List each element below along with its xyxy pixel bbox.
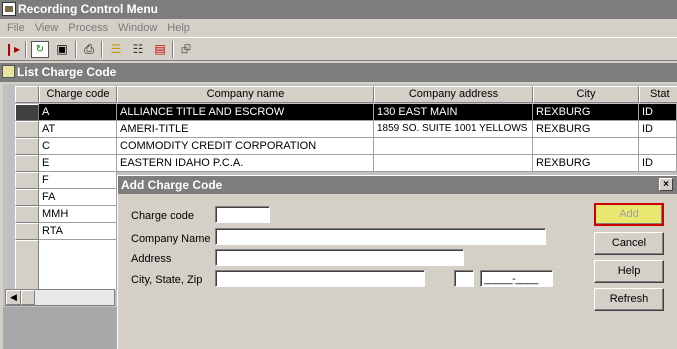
child-window-title-bar: List Charge Code: [0, 63, 677, 82]
cell-charge-code[interactable]: MMH: [39, 206, 117, 223]
menu-file[interactable]: File: [2, 22, 30, 34]
list-icon[interactable]: ☰: [107, 41, 125, 58]
cell-state[interactable]: [639, 138, 677, 155]
cards-icon[interactable]: ▤: [151, 41, 169, 58]
cell-state[interactable]: ID: [639, 104, 677, 121]
menu-help[interactable]: Help: [162, 22, 195, 34]
cell-company-address[interactable]: [374, 155, 533, 172]
menu-window[interactable]: Window: [113, 22, 162, 34]
network-icon[interactable]: ⮺: [177, 41, 195, 58]
cell-charge-code[interactable]: FA: [39, 189, 117, 206]
list-window-icon: [2, 65, 15, 78]
help-button[interactable]: Help: [594, 260, 664, 283]
app-title-bar: Recording Control Menu: [0, 0, 677, 19]
app-icon: [2, 2, 16, 16]
zip-field[interactable]: [480, 270, 553, 287]
company-name-label: Company Name: [131, 233, 211, 245]
toolbar-separator: [25, 41, 27, 58]
horizontal-scrollbar[interactable]: ◀: [5, 289, 115, 306]
dialog-title-bar: Add Charge Code ×: [118, 176, 677, 194]
cell-charge-code[interactable]: RTA: [39, 223, 117, 240]
cell-company-name[interactable]: COMMODITY CREDIT CORPORATION: [117, 138, 374, 155]
cell-company-name[interactable]: ALLIANCE TITLE AND ESCROW: [117, 104, 374, 121]
column-header-company-name[interactable]: Company name: [117, 86, 374, 103]
cancel-button[interactable]: Cancel: [594, 232, 664, 255]
row-selector[interactable]: [15, 104, 39, 121]
row-selector[interactable]: [15, 172, 39, 189]
address-field[interactable]: [215, 249, 464, 266]
charge-code-label: Charge code: [131, 210, 194, 222]
cell-city[interactable]: REXBURG: [533, 155, 639, 172]
column-header-charge-code[interactable]: Charge code: [39, 86, 117, 103]
cell-company-name[interactable]: EASTERN IDAHO P.C.A.: [117, 155, 374, 172]
row-selector[interactable]: [15, 223, 39, 240]
dialog-title: Add Charge Code: [121, 178, 223, 192]
scroll-left-arrow-icon[interactable]: ◀: [6, 290, 21, 305]
cell-company-address[interactable]: 130 EAST MAIN: [374, 104, 533, 121]
cell-company-name[interactable]: AMERI-TITLE: [117, 121, 374, 138]
folder-tree-icon[interactable]: ☷: [129, 41, 147, 58]
city-field[interactable]: [215, 270, 425, 287]
app-title: Recording Control Menu: [18, 2, 158, 16]
cell-charge-code[interactable]: E: [39, 155, 117, 172]
cell-state[interactable]: ID: [639, 121, 677, 138]
charge-code-field[interactable]: [215, 206, 270, 223]
toolbar-separator: [75, 41, 77, 58]
city-state-zip-label: City, State, Zip: [131, 274, 203, 286]
refresh-icon[interactable]: ↻: [31, 41, 49, 58]
binoculars-icon[interactable]: ▣: [53, 41, 71, 58]
row-selector[interactable]: [15, 155, 39, 172]
print-icon[interactable]: ⎙: [80, 41, 98, 58]
cell-charge-code[interactable]: A: [39, 104, 117, 121]
cell-charge-code[interactable]: AT: [39, 121, 117, 138]
add-charge-code-dialog: Add Charge Code × Charge code Company Na…: [117, 175, 677, 349]
address-label: Address: [131, 253, 172, 265]
cell-city[interactable]: [533, 138, 639, 155]
menu-view[interactable]: View: [30, 22, 64, 34]
toolbar: ❙▸ ↻ ▣ ⎙ ☰ ☷ ▤ ⮺: [0, 37, 677, 61]
close-icon[interactable]: ×: [659, 178, 673, 191]
grid-empty-area: [3, 307, 117, 349]
cell-company-address[interactable]: [374, 138, 533, 155]
cell-charge-code[interactable]: F: [39, 172, 117, 189]
row-selector[interactable]: [15, 189, 39, 206]
cell-charge-code[interactable]: C: [39, 138, 117, 155]
cell-city[interactable]: REXBURG: [533, 121, 639, 138]
menu-bar: File View Process Window Help: [0, 19, 677, 36]
add-button[interactable]: Add: [594, 203, 664, 226]
toolbar-separator: [172, 41, 174, 58]
scroll-thumb[interactable]: [21, 290, 35, 305]
column-header-city[interactable]: City: [533, 86, 639, 103]
company-name-field[interactable]: [215, 228, 546, 245]
exit-door-icon[interactable]: ❙▸: [3, 41, 21, 58]
column-header-company-address[interactable]: Company address: [374, 86, 533, 103]
grid-empty-row: [39, 240, 117, 290]
cell-company-address[interactable]: 1859 SO. SUITE 1001 YELLOWS: [374, 121, 533, 138]
row-selector: [15, 240, 39, 290]
menu-process[interactable]: Process: [63, 22, 113, 34]
toolbar-separator: [101, 41, 103, 58]
refresh-button[interactable]: Refresh: [594, 288, 664, 311]
cell-city[interactable]: REXBURG: [533, 104, 639, 121]
cell-state[interactable]: ID: [639, 155, 677, 172]
state-field[interactable]: [454, 270, 474, 287]
row-selector-header: [15, 86, 39, 103]
column-header-state[interactable]: Stat: [639, 86, 677, 103]
row-selector[interactable]: [15, 206, 39, 223]
row-selector[interactable]: [15, 121, 39, 138]
child-window-title: List Charge Code: [17, 65, 117, 79]
row-selector[interactable]: [15, 138, 39, 155]
